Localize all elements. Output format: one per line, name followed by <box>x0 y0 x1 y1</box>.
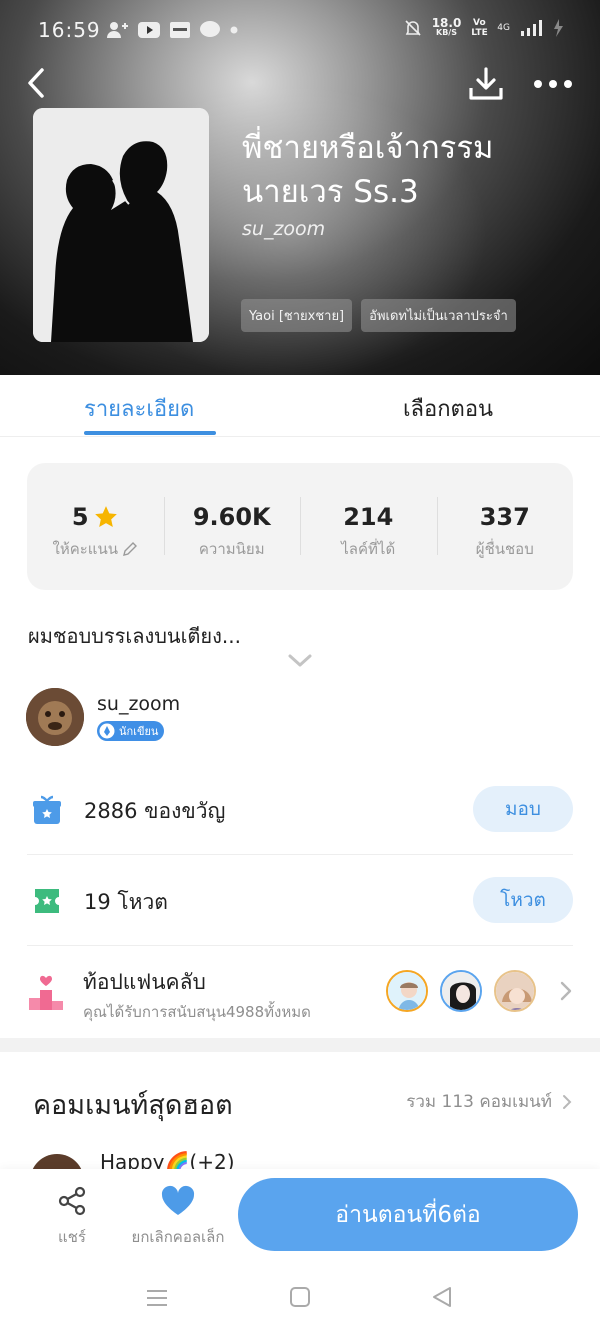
quill-badge-icon <box>99 723 115 739</box>
share-button[interactable]: แชร์ <box>44 1185 100 1249</box>
stats-card: 5 ให้คะแนน 9.60K ความนิยม 214 ไลค์ที่ได้… <box>27 463 573 590</box>
youtube-icon <box>138 22 160 38</box>
hot-comments-title: คอมเมนท์สุดฮอต <box>33 1090 233 1121</box>
share-label: แชร์ <box>58 1228 86 1246</box>
book-header: 16:59 18.0 KB/S Vo LTE 4G พี่ชายหรือเจ้าก… <box>0 0 600 375</box>
notification-dot-icon <box>230 26 238 34</box>
book-title: พี่ชายหรือเจ้ากรรมนายเวร Ss.3 <box>242 130 494 210</box>
volte-label: Vo LTE <box>471 18 488 38</box>
fans-value: 337 <box>479 503 530 531</box>
back-arrow-icon[interactable] <box>22 64 56 102</box>
top-fanclub-row[interactable]: ท้อปแฟนคลับ คุณได้รับการสนับสนุน4988ทั้ง… <box>27 948 573 1036</box>
update-schedule-tag[interactable]: อัพเดทไม่เป็นเวลาประจำ <box>361 299 516 332</box>
gift-icon <box>33 795 61 824</box>
download-icon[interactable] <box>466 66 506 102</box>
line-app-icon <box>200 21 220 37</box>
back-triangle-icon[interactable] <box>430 1285 454 1309</box>
uncollect-label: ยกเลิกคอลเล็ก <box>131 1228 225 1246</box>
more-options-icon[interactable] <box>532 72 574 96</box>
tab-bar: รายละเอียด เลือกตอน <box>0 375 600 437</box>
author-link[interactable]: su_zoom <box>242 218 325 240</box>
genre-tag[interactable]: Yaoi [ชายxชาย] <box>241 299 353 332</box>
share-icon <box>58 1186 86 1216</box>
edit-pencil-icon <box>123 542 137 556</box>
home-square-icon[interactable] <box>289 1286 311 1308</box>
likes-stat: 214 ไลค์ที่ได้ <box>300 463 437 590</box>
tab-details[interactable]: รายละเอียด <box>84 391 194 426</box>
signal-icon <box>521 20 542 36</box>
fanclub-subtitle: คุณได้รับการสนับสนุน4988ทั้งหมด <box>83 1003 311 1021</box>
gift-row: 2886 ของขวัญ มอบ <box>27 765 573 855</box>
give-gift-button[interactable]: มอบ <box>473 786 573 832</box>
fans-stat: 337 ผู้ชื่นชอบ <box>436 463 574 590</box>
continue-reading-button[interactable]: อ่านตอนที่6ต่อ <box>238 1178 578 1251</box>
popularity-label: ความนิยม <box>198 540 265 558</box>
add-contact-icon <box>107 22 128 38</box>
writer-badge: นักเขียน <box>97 721 165 741</box>
section-divider <box>0 1038 600 1052</box>
popularity-stat: 9.60K ความนิยม <box>163 463 301 590</box>
vote-count: 19 โหวต <box>84 890 168 914</box>
chevron-down-icon[interactable] <box>286 650 314 670</box>
fans-label: ผู้ชื่นชอบ <box>475 540 534 558</box>
network-type: 4G <box>497 23 510 33</box>
app-icon <box>170 22 190 38</box>
status-bar: 16:59 18.0 KB/S Vo LTE 4G <box>0 0 600 60</box>
fanclub-podium-icon <box>29 975 63 1010</box>
vote-button[interactable]: โหวต <box>473 877 573 923</box>
mute-bell-icon <box>405 20 421 36</box>
gift-count: 2886 ของขวัญ <box>84 799 226 823</box>
synopsis-text: ผมชอบบรรเลงบนเตียง... <box>28 624 241 648</box>
tab-episodes[interactable]: เลือกตอน <box>403 391 493 426</box>
fanclub-title: ท้อปแฟนคลับ <box>83 970 206 994</box>
bottom-action-bar: แชร์ ยกเลิกคอลเล็ก อ่านตอนที่6ต่อ <box>0 1169 600 1269</box>
system-nav-bar <box>0 1269 600 1333</box>
battery-charging-icon <box>554 19 563 37</box>
likes-label: ไลค์ที่ได้ <box>341 540 396 558</box>
fan-avatar[interactable] <box>440 970 482 1012</box>
tag-list: Yaoi [ชายxชาย] อัพเดทไม่เป็นเวลาประจำ <box>241 299 516 332</box>
chevron-right-icon <box>560 981 572 1001</box>
author-card[interactable]: su_zoom นักเขียน <box>26 688 326 746</box>
book-cover[interactable] <box>33 108 209 342</box>
rating-value: 5 <box>71 503 89 531</box>
fan-avatar[interactable] <box>494 970 536 1012</box>
rating-stat[interactable]: 5 ให้คะแนน <box>27 463 164 590</box>
star-icon <box>94 506 117 527</box>
uncollect-button[interactable]: ยกเลิกคอลเล็ก <box>124 1185 232 1249</box>
network-speed: 18.0 KB/S <box>431 16 462 37</box>
menu-icon[interactable] <box>146 1287 168 1309</box>
vote-ticket-icon <box>35 889 59 913</box>
author-avatar[interactable] <box>26 688 84 746</box>
top-fans-avatars[interactable] <box>386 966 541 1016</box>
popularity-value: 9.60K <box>192 503 271 531</box>
fan-avatar[interactable] <box>386 970 428 1012</box>
likes-value: 214 <box>343 503 394 531</box>
rating-label: ให้คะแนน <box>52 540 118 558</box>
active-tab-indicator <box>84 431 216 435</box>
heart-icon <box>161 1185 195 1215</box>
chevron-right-icon <box>563 1094 572 1109</box>
status-time: 16:59 <box>38 18 101 42</box>
cover-silhouette-image <box>33 108 209 342</box>
vote-row: 19 โหวต โหวต <box>27 856 573 946</box>
author-name: su_zoom <box>97 693 181 715</box>
all-comments-link[interactable]: รวม 113 คอมเมนท์ <box>406 1088 572 1115</box>
comment-total: รวม 113 คอมเมนท์ <box>406 1092 552 1112</box>
